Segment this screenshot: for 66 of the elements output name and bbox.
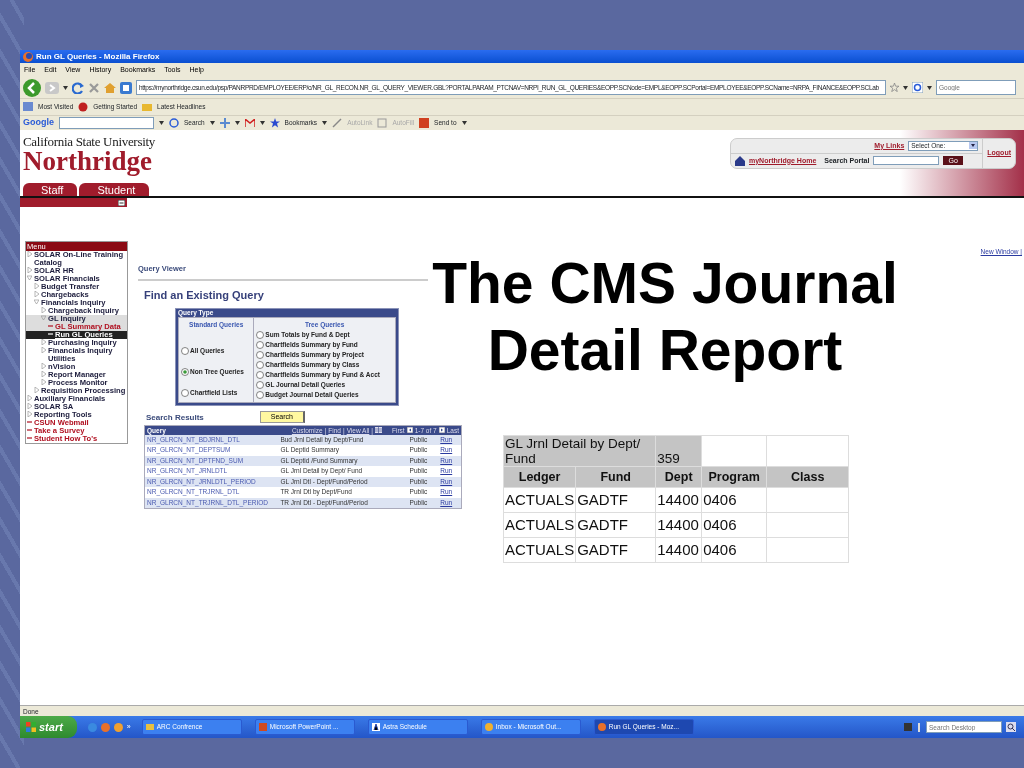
collapse-triangle-icon [34,299,39,305]
table-cell: 0406 [703,491,737,508]
folder-icon [145,723,154,731]
table-cell: 0406 [703,516,737,533]
table-cell: 14400 [657,541,699,558]
radio-icon[interactable] [181,388,189,397]
next-icon[interactable] [438,427,445,433]
plus-icon[interactable] [219,118,230,128]
table-cell: ACTUALS [505,541,575,558]
windows-icon [26,722,36,732]
caret-icon[interactable] [159,121,164,125]
caret-icon[interactable] [461,121,467,125]
radio-icon[interactable] [181,367,189,376]
table-cell: 359 [657,451,680,466]
history-caret-icon[interactable] [63,85,68,90]
table-cell: ACTUALS [505,516,575,533]
page-heading: Find an Existing Query [144,288,265,304]
column-header: Ledger [518,470,561,484]
window-title: Run GL Queries - Mozilla Firefox [36,50,160,63]
column-header: Fund [600,470,631,484]
dropdown-icon [969,142,978,150]
expand-triangle-icon [41,307,46,313]
portal-tab[interactable]: Student [79,183,150,196]
back-icon[interactable] [23,78,41,97]
folder-icon [142,102,153,112]
caret-icon[interactable] [903,85,908,90]
radio-icon[interactable] [181,346,189,355]
start-button[interactable]: start [20,716,77,738]
portal-search-field[interactable] [873,156,940,166]
star-icon[interactable] [890,83,899,92]
grid-icon[interactable] [375,427,382,433]
table-cell: GADTF [577,541,629,558]
home-icon [735,155,745,166]
tray-icon[interactable] [916,722,922,732]
caret-icon[interactable] [234,121,240,125]
stop-icon[interactable] [88,81,100,94]
star-icon[interactable] [269,118,280,128]
previous-icon[interactable] [406,427,413,433]
column-header: Class [791,470,825,484]
table-cell: ACTUALS [505,491,575,508]
toolbar-logo: Google [23,116,54,130]
toolbar-search-field[interactable] [59,117,154,129]
table-cell: 14400 [657,516,699,533]
report-title: GL Jrnl Detail by Dept/ Fund [505,436,641,466]
column-header: Dept [664,470,693,484]
folder-icon [23,102,33,112]
caret-icon[interactable] [259,121,265,125]
university-logo: Northridge [23,148,152,175]
reload-icon[interactable] [72,81,84,94]
collapse-icon[interactable] [118,199,125,206]
site-icon [120,81,132,94]
caret-icon[interactable] [927,85,932,90]
university-name: California State University [23,135,155,148]
table-cell: GADTF [577,491,629,508]
home-icon[interactable] [104,81,116,94]
section-title: Search Results [146,411,204,424]
portal-tab[interactable]: Staff [23,183,78,196]
address-field[interactable] [136,80,886,95]
slide-title: The CMS Journal Detail Report [431,250,899,384]
caret-icon[interactable] [209,121,215,125]
table-cell: GADTF [577,516,629,533]
table-cell: 0406 [703,541,737,558]
column-header: Program [708,470,760,484]
table-cell: 14400 [657,491,699,508]
caret-icon[interactable] [322,121,328,125]
collapse-triangle-icon [41,315,46,321]
